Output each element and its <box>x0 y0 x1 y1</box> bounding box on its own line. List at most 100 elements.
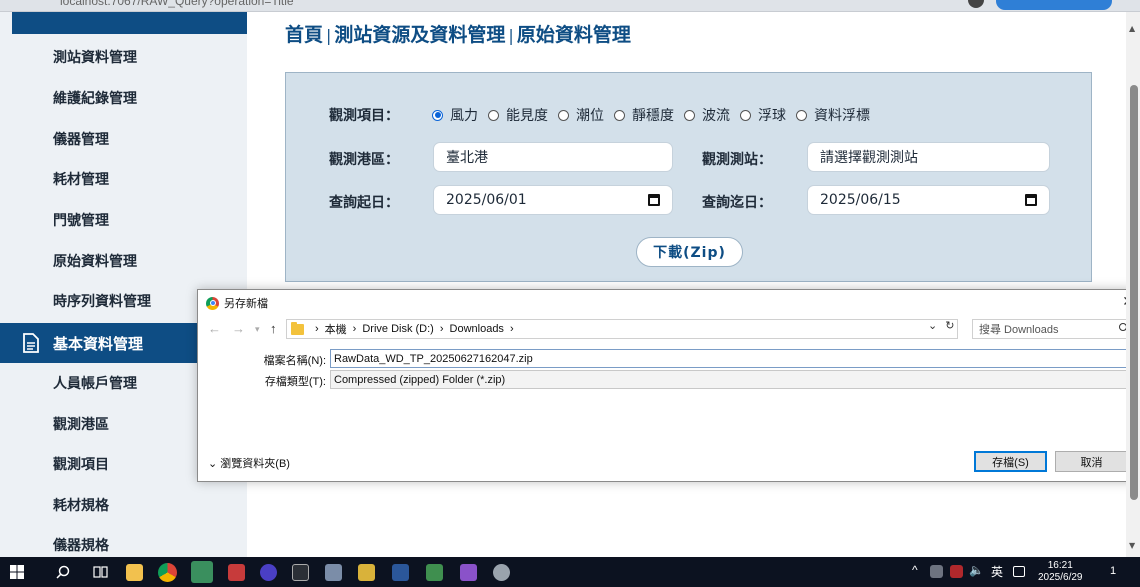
app-taskbar-icon[interactable] <box>260 564 277 581</box>
visual-studio-icon[interactable] <box>460 564 477 581</box>
antivirus-icon[interactable] <box>950 565 963 578</box>
sidebar-item-consumable-specs[interactable]: 耗材規格 <box>0 485 247 525</box>
app-taskbar-icon[interactable] <box>325 564 342 581</box>
settings-icon[interactable] <box>493 564 510 581</box>
radio-wave-current[interactable]: 波流 <box>684 105 730 125</box>
breadcrumb-separator: | <box>508 26 514 45</box>
radio-float[interactable]: 浮球 <box>740 105 786 125</box>
start-date-value: 2025/06/01 <box>446 192 527 208</box>
save-as-dialog: 另存新檔 ✕ ← → ▾ ↑ › 本機 › Drive Disk (D:) › … <box>197 289 1140 482</box>
filename-label: 檔案名稱(N): <box>263 355 326 367</box>
station-select[interactable]: 請選擇觀測測站 <box>807 142 1050 172</box>
profile-button[interactable] <box>996 0 1112 10</box>
browser-toolbar: localhost:7067/RAW_Query?operation=Title <box>0 0 1140 12</box>
filename-input[interactable]: RawData_WD_TP_20250627162047.zip ⌄ <box>330 349 1140 368</box>
radio-unselected-icon <box>488 109 499 121</box>
app-taskbar-icon[interactable] <box>228 564 245 581</box>
scroll-up-icon[interactable]: ▲ <box>1129 24 1135 33</box>
sidebar-item-maintenance[interactable]: 維護紀錄管理 <box>0 78 247 118</box>
filetype-label: 存檔類型(T): <box>264 376 326 388</box>
dialog-search-input[interactable]: 搜尋 Downloads <box>972 319 1134 339</box>
port-select[interactable]: 臺北港 <box>433 142 673 172</box>
ime-indicator[interactable]: 英 <box>991 563 1003 580</box>
task-view-icon[interactable] <box>93 565 108 579</box>
start-date-input[interactable]: 2025/06/01 <box>433 185 673 215</box>
radio-wind[interactable]: 風力 <box>432 105 478 125</box>
radio-unselected-icon <box>614 109 625 121</box>
folder-icon <box>291 321 304 335</box>
end-date-value: 2025/06/15 <box>820 192 901 208</box>
word-icon[interactable] <box>392 564 409 581</box>
save-button[interactable]: 存檔(S) <box>974 451 1047 472</box>
app-taskbar-icon[interactable] <box>191 561 213 583</box>
filename-row: 檔案名稱(N): RawData_WD_TP_20250627162047.zi… <box>198 349 1140 369</box>
breadcrumb-home[interactable]: 首頁 <box>285 24 323 46</box>
radio-data-buoy[interactable]: 資料浮標 <box>796 105 870 125</box>
breadcrumb-separator: | <box>326 26 332 45</box>
radio-unselected-icon <box>684 109 695 121</box>
back-arrow-icon[interactable]: ← <box>208 321 221 336</box>
path-segment[interactable]: Downloads <box>450 323 504 335</box>
network-icon[interactable] <box>930 565 943 578</box>
radio-unselected-icon <box>558 109 569 121</box>
filetype-select[interactable]: Compressed (zipped) Folder (*.zip) ⌄ <box>330 370 1140 389</box>
file-explorer-icon[interactable] <box>126 564 143 581</box>
browse-folders-toggle[interactable]: ⌄ 瀏覽資料夾(B) <box>208 455 290 471</box>
notification-count-badge[interactable]: 1 <box>1110 565 1116 577</box>
breadcrumb-current: 原始資料管理 <box>516 24 631 46</box>
radio-tide[interactable]: 潮位 <box>558 105 604 125</box>
port-label: 觀測港區： <box>329 152 399 168</box>
start-date-label: 查詢起日： <box>329 195 399 211</box>
sidebar-header-bar <box>12 12 247 34</box>
profile-avatar[interactable] <box>968 0 984 8</box>
recent-dropdown-icon[interactable]: ▾ <box>255 324 260 335</box>
sidebar-item-phone-numbers[interactable]: 門號管理 <box>0 200 247 240</box>
sidebar-item-station-data[interactable]: 測站資料管理 <box>0 37 247 77</box>
query-panel: 觀測項目： 風力 能見度 潮位 靜穩度 波流 浮球 資料浮標 觀測港區： 臺北港… <box>285 72 1092 282</box>
scroll-down-icon[interactable]: ▼ <box>1129 541 1135 550</box>
end-date-input[interactable]: 2025/06/15 <box>807 185 1050 215</box>
document-icon <box>23 333 39 353</box>
breadcrumb: 首頁 | 測站資源及資料管理 | 原始資料管理 <box>285 20 631 47</box>
system-clock[interactable]: 16:21 2025/6/29 <box>1038 560 1083 584</box>
station-label: 觀測測站： <box>702 152 772 168</box>
tray-chevron-icon[interactable]: ^ <box>912 563 918 577</box>
radio-unselected-icon <box>740 109 751 121</box>
keyboard-icon[interactable] <box>1013 566 1025 577</box>
calendar-icon[interactable] <box>1025 194 1037 206</box>
radio-stability[interactable]: 靜穩度 <box>614 105 674 125</box>
dialog-address-bar[interactable]: › 本機 › Drive Disk (D:) › Downloads › <box>286 319 958 339</box>
end-date-label: 查詢迄日： <box>702 195 772 211</box>
radio-visibility[interactable]: 能見度 <box>488 105 548 125</box>
calendar-icon[interactable] <box>648 194 660 206</box>
scrollbar-thumb[interactable] <box>1130 85 1138 500</box>
radio-unselected-icon <box>796 109 807 121</box>
dialog-title: 另存新檔 <box>224 298 268 310</box>
volume-icon[interactable]: 🔈 <box>969 563 984 577</box>
sidebar-item-instruments[interactable]: 儀器管理 <box>0 119 247 159</box>
sidebar-item-raw-data[interactable]: 原始資料管理 <box>0 241 247 281</box>
observation-item-label: 觀測項目： <box>329 108 399 124</box>
dialog-titlebar: 另存新檔 <box>206 295 268 311</box>
download-zip-button[interactable]: 下載(Zip) <box>636 237 743 267</box>
dialog-nav-row: ← → ▾ ↑ › 本機 › Drive Disk (D:) › Downloa… <box>198 316 1140 342</box>
forward-arrow-icon[interactable]: → <box>232 321 245 336</box>
chrome-icon <box>206 296 219 310</box>
filetype-row: 存檔類型(T): Compressed (zipped) Folder (*.z… <box>198 370 1140 390</box>
up-arrow-icon[interactable]: ↑ <box>270 321 277 336</box>
refresh-icon[interactable]: ↻ <box>945 319 954 332</box>
windows-start-icon[interactable] <box>10 565 24 579</box>
breadcrumb-level1[interactable]: 測站資源及資料管理 <box>334 24 505 46</box>
app-taskbar-icon[interactable] <box>426 564 443 581</box>
path-segment[interactable]: Drive Disk (D:) <box>362 323 434 335</box>
sidebar-item-consumables[interactable]: 耗材管理 <box>0 159 247 199</box>
app-taskbar-icon[interactable] <box>358 564 375 581</box>
search-icon[interactable] <box>56 565 70 579</box>
address-bar[interactable]: localhost:7067/RAW_Query?operation=Title <box>60 0 294 8</box>
terminal-icon[interactable] <box>292 564 309 581</box>
chrome-taskbar-icon[interactable] <box>158 563 177 582</box>
cancel-button[interactable]: 取消 <box>1055 451 1128 472</box>
path-dropdown-icon[interactable]: ⌄ <box>928 319 937 332</box>
path-segment[interactable]: 本機 <box>325 321 347 337</box>
windows-taskbar: ^ 🔈 英 16:21 2025/6/29 1 <box>0 557 1140 587</box>
